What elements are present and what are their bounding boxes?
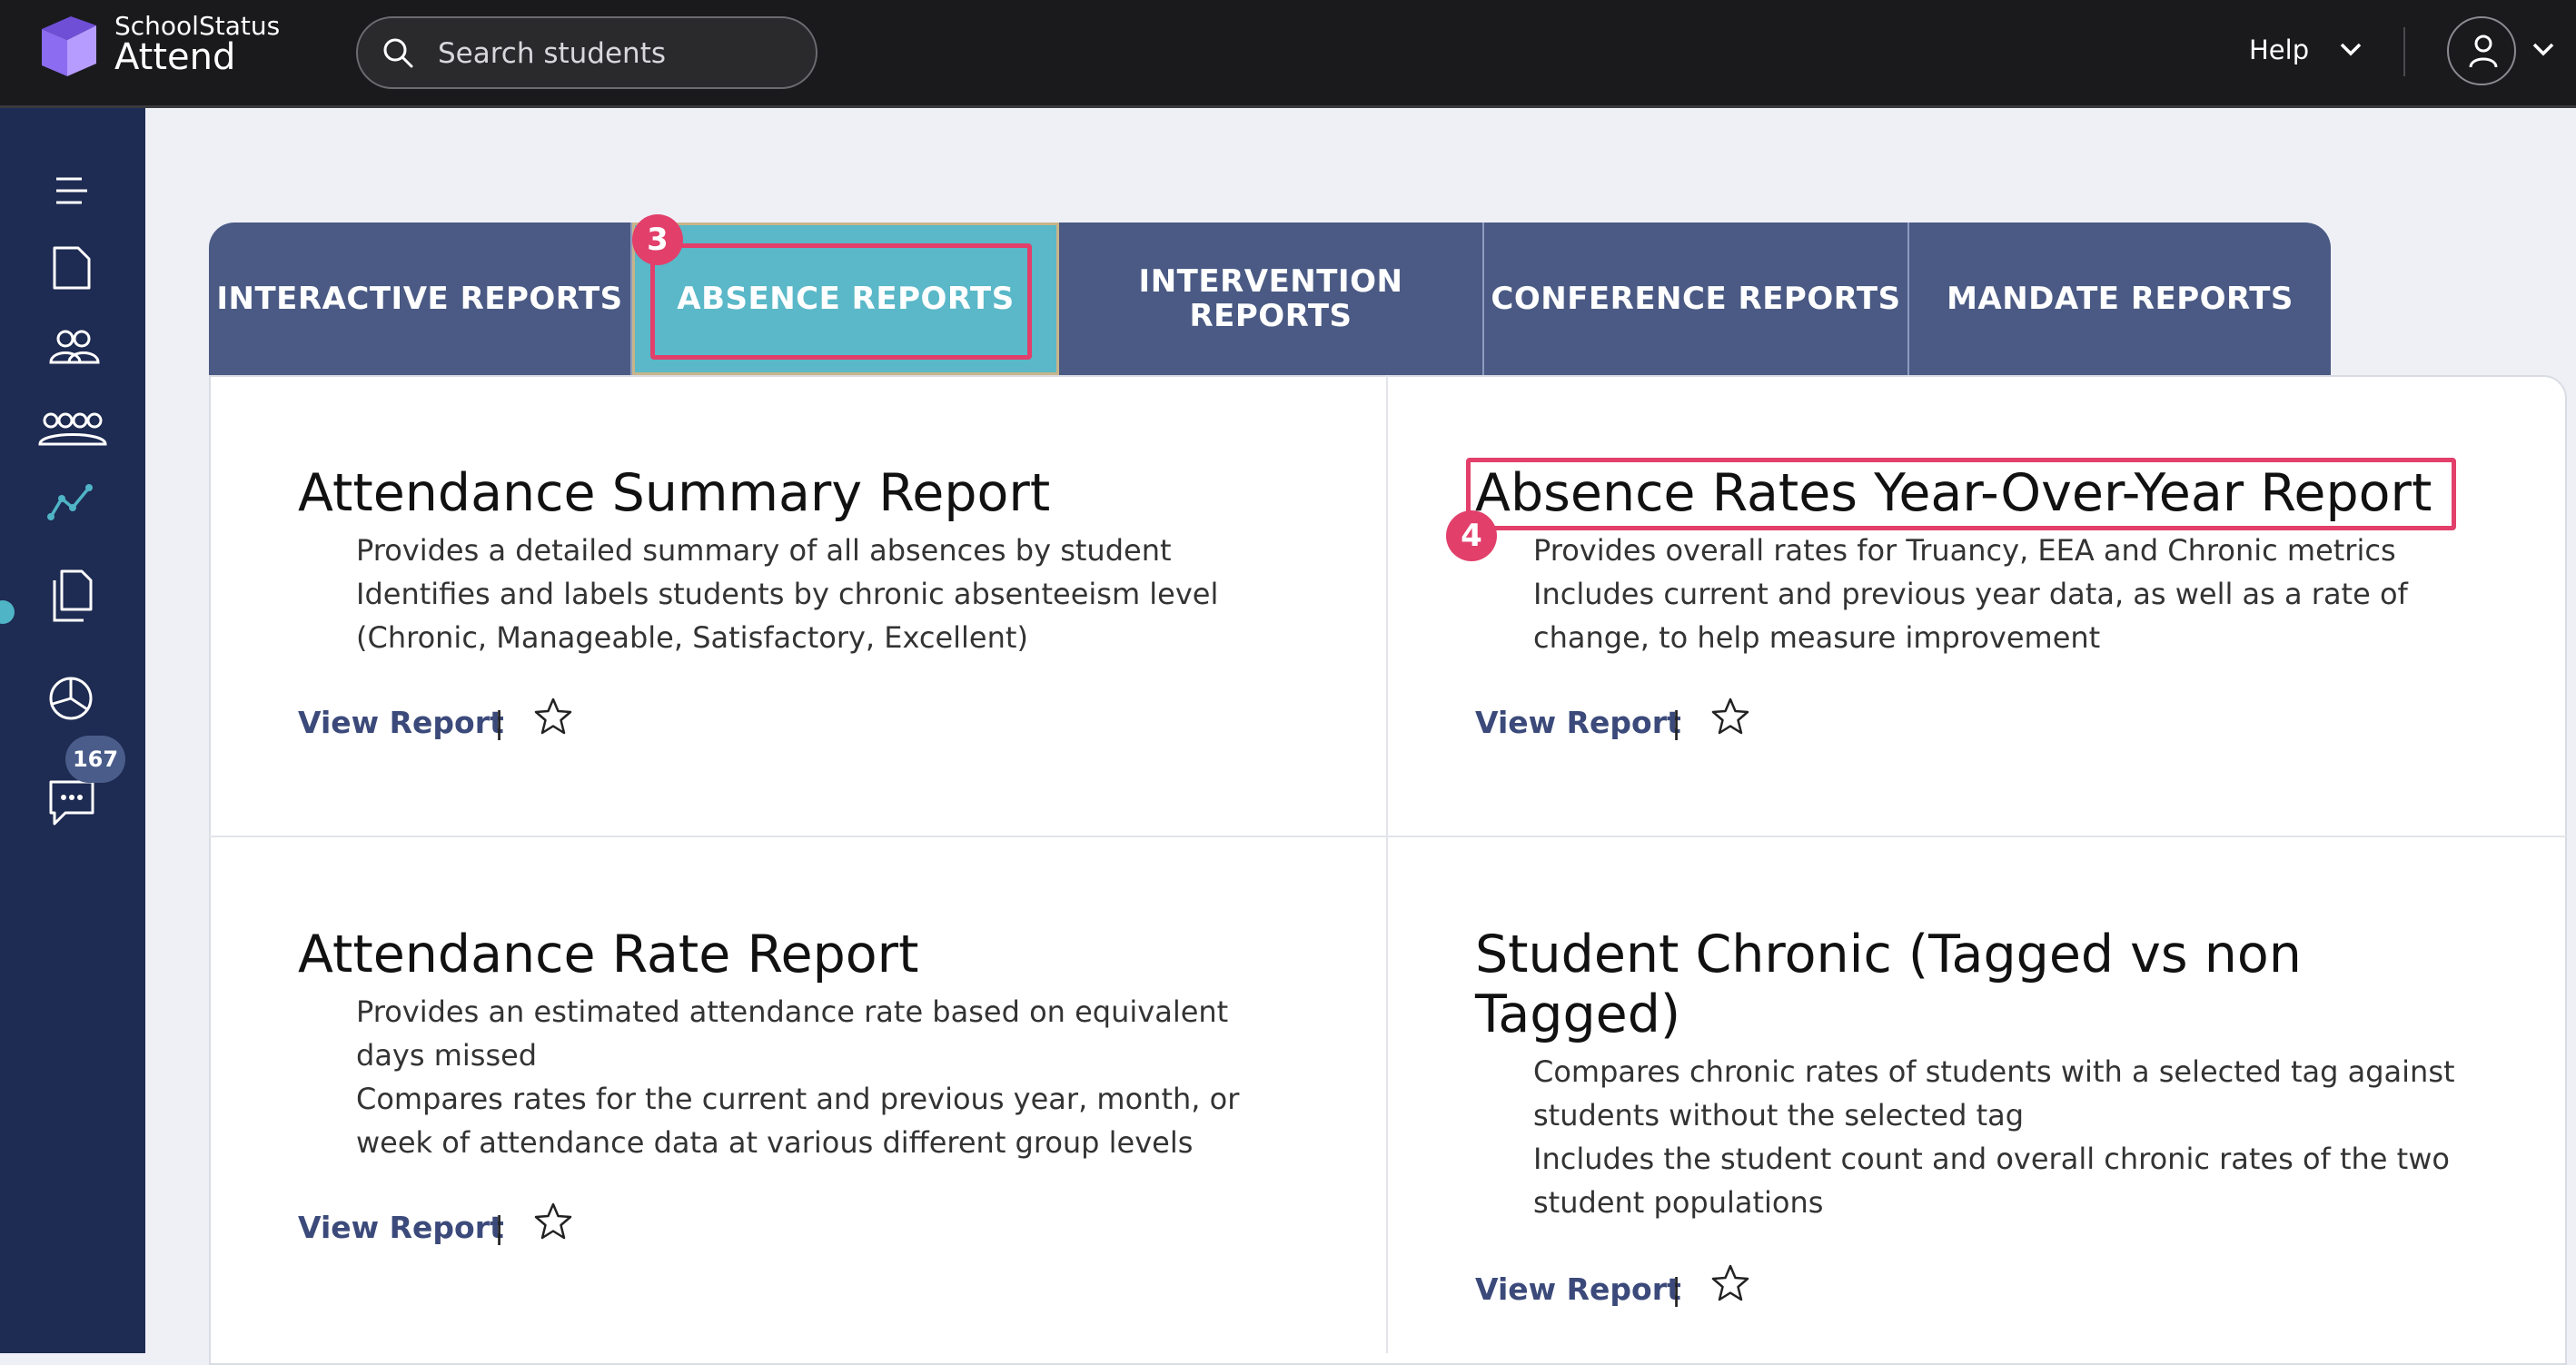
top-bar: SchoolStatus Attend Help xyxy=(0,0,2576,108)
separator: | xyxy=(1671,705,1682,740)
dashboard-icon[interactable] xyxy=(45,673,98,724)
tab-conference-reports[interactable]: CONFERENCE REPORTS xyxy=(1484,223,1909,375)
view-report-link[interactable]: View Report xyxy=(1475,1271,1681,1307)
report-tabs: INTERACTIVE REPORTS ABSENCE REPORTS INTE… xyxy=(209,223,2331,375)
step-marker-3: 3 xyxy=(632,214,683,265)
reports-chart-icon[interactable] xyxy=(45,480,98,526)
view-report-link[interactable]: View Report xyxy=(1475,705,1681,740)
report-title-line: Tagged) xyxy=(1475,984,1681,1044)
description-line: students without the selected tag xyxy=(1533,1098,2025,1133)
report-card: Attendance Summary Report Provides a det… xyxy=(298,463,1352,659)
star-icon[interactable] xyxy=(1709,696,1751,737)
star-icon[interactable] xyxy=(532,696,574,737)
user-avatar[interactable] xyxy=(2447,16,2516,85)
view-report-link[interactable]: View Report xyxy=(298,705,504,740)
notification-badge: 167 xyxy=(65,736,125,783)
search-input[interactable] xyxy=(436,18,803,89)
description-line: Compares chronic rates of students with … xyxy=(1533,1054,2455,1089)
report-title: Attendance Summary Report xyxy=(298,463,1051,523)
document-icon[interactable] xyxy=(45,242,98,293)
separator: | xyxy=(494,1210,505,1245)
active-indicator xyxy=(0,600,15,624)
report-description: Provides overall rates for Truancy, EEA … xyxy=(1533,529,2529,659)
report-title-line: Student Chronic (Tagged vs non xyxy=(1475,925,2302,984)
star-icon[interactable] xyxy=(1709,1262,1751,1304)
chevron-down-icon[interactable] xyxy=(2531,40,2556,58)
row-divider xyxy=(209,836,2567,837)
product-name: Attend xyxy=(114,36,236,78)
tab-intervention-reports[interactable]: INTERVENTION REPORTS xyxy=(1059,223,1484,375)
highlight-box xyxy=(1466,458,2456,530)
description-line: Includes the student count and overall c… xyxy=(1533,1142,2450,1176)
report-description: Provides a detailed summary of all absen… xyxy=(356,529,1352,659)
highlight-box xyxy=(650,243,1032,360)
report-description: Compares chronic rates of students with … xyxy=(1533,1050,2529,1224)
tab-mandate-reports[interactable]: MANDATE REPORTS xyxy=(1909,223,2331,375)
report-description: Provides an estimated attendance rate ba… xyxy=(356,990,1352,1164)
sidebar: 167 xyxy=(0,108,145,1353)
report-title: Student Chronic (Tagged vs non Tagged) xyxy=(1475,925,2529,1044)
description-line: Provides a detailed summary of all absen… xyxy=(356,533,1172,568)
groups-icon[interactable] xyxy=(36,408,109,453)
view-report-link[interactable]: View Report xyxy=(298,1210,504,1245)
menu-icon[interactable] xyxy=(45,168,98,213)
chevron-down-icon[interactable] xyxy=(2338,40,2363,58)
step-marker-4: 4 xyxy=(1446,510,1497,561)
description-line: student populations xyxy=(1533,1185,1824,1220)
report-card: Attendance Rate Report Provides an estim… xyxy=(298,925,1352,1164)
description-line: Identifies and labels students by chroni… xyxy=(356,577,1219,611)
help-menu[interactable]: Help xyxy=(2249,35,2309,65)
separator: | xyxy=(1671,1271,1682,1307)
description-line: week of attendance data at various diffe… xyxy=(356,1125,1194,1160)
description-line: change, to help measure improvement xyxy=(1533,620,2101,655)
description-line: Provides overall rates for Truancy, EEA … xyxy=(1533,533,2396,568)
tab-interactive-reports[interactable]: INTERACTIVE REPORTS xyxy=(209,223,632,375)
search-icon xyxy=(383,38,413,68)
description-line: Compares rates for the current and previ… xyxy=(356,1082,1240,1116)
search-box[interactable] xyxy=(356,16,817,89)
copy-icon[interactable] xyxy=(45,568,98,628)
description-line: Provides an estimated attendance rate ba… xyxy=(356,994,1229,1029)
schoolstatus-logo-icon[interactable] xyxy=(40,16,100,78)
separator: | xyxy=(494,705,505,740)
column-divider xyxy=(1386,375,1388,1353)
report-card: Student Chronic (Tagged vs non Tagged) C… xyxy=(1475,925,2529,1224)
divider xyxy=(2403,27,2405,76)
user-icon xyxy=(2469,35,2498,68)
report-title: Attendance Rate Report xyxy=(298,925,919,984)
description-line: (Chronic, Manageable, Satisfactory, Exce… xyxy=(356,620,1028,655)
description-line: days missed xyxy=(356,1038,538,1073)
chat-icon[interactable] xyxy=(45,775,98,831)
star-icon[interactable] xyxy=(532,1201,574,1242)
users-icon[interactable] xyxy=(45,326,102,371)
description-line: Includes current and previous year data,… xyxy=(1533,577,2408,611)
